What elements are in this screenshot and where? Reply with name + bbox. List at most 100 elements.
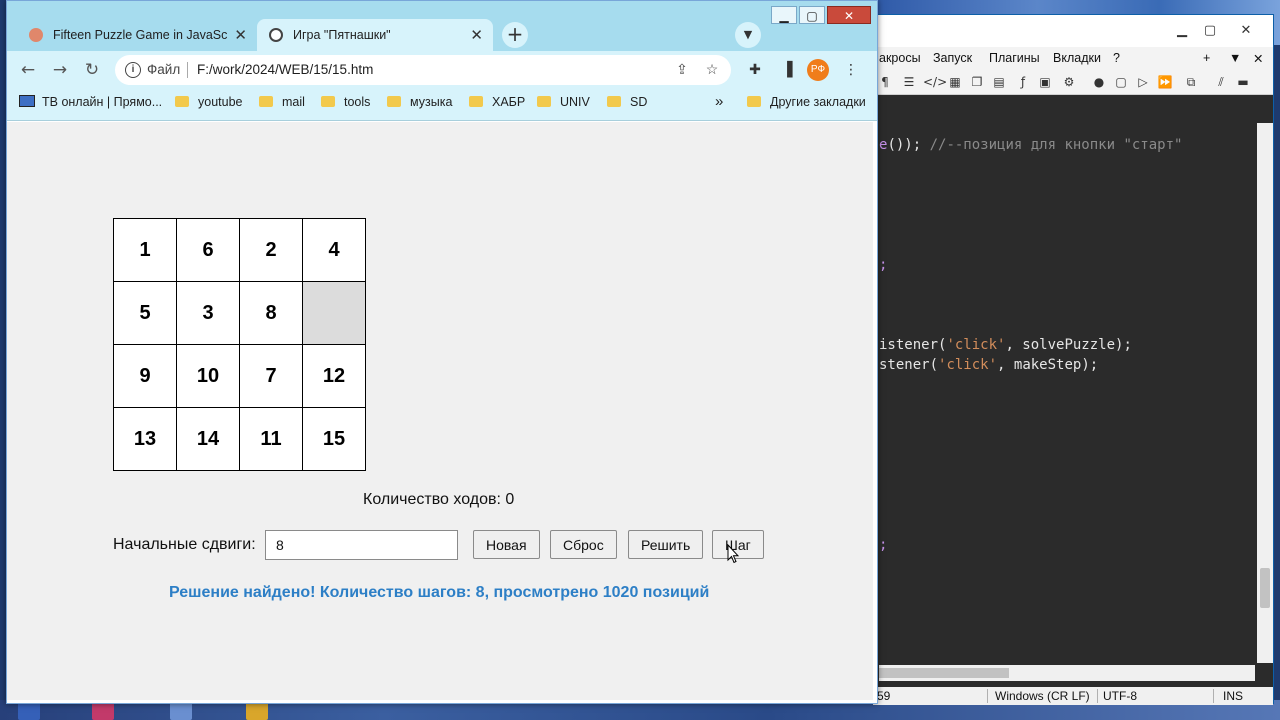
display-icon[interactable]: ▣	[1037, 74, 1053, 90]
puzzle-tile[interactable]: 5	[114, 282, 177, 345]
puzzle-tile[interactable]: 12	[303, 345, 366, 408]
menu-item[interactable]: ?	[1113, 51, 1120, 65]
taskbar-app-icon[interactable]	[18, 702, 40, 720]
bookmark-label: mail	[282, 95, 305, 109]
vertical-scrollbar[interactable]	[1257, 123, 1273, 663]
macro-icon[interactable]: ⧉	[1183, 74, 1199, 90]
other-bookmarks[interactable]: Другие закладки	[747, 95, 866, 115]
bookmark-item[interactable]: youtube	[175, 95, 242, 115]
line-ending[interactable]: Windows (CR LF)	[995, 689, 1090, 703]
menu-item[interactable]: Запуск	[933, 51, 972, 65]
extensions-icon[interactable]: ✚	[745, 60, 765, 80]
new-game-button[interactable]: Новая	[473, 530, 540, 559]
minimize-icon[interactable]: ▁	[1169, 22, 1195, 40]
bookmark-item[interactable]: SD	[607, 95, 647, 115]
globe-icon	[269, 28, 283, 42]
side-panel-icon[interactable]: ▐	[777, 60, 797, 80]
bookmark-item[interactable]: tools	[321, 95, 370, 115]
window-icon[interactable]: ▬	[1235, 74, 1251, 90]
bookmarks-overflow-button[interactable]: »	[715, 93, 723, 113]
close-icon[interactable]: ✕	[234, 26, 247, 44]
close-icon[interactable]: ✕	[1233, 22, 1259, 40]
code-token: istener(	[879, 337, 947, 353]
record-icon[interactable]: ●	[1091, 74, 1107, 90]
bookmark-item[interactable]: UNIV	[537, 95, 590, 115]
tab-search-button[interactable]: ▼	[735, 22, 761, 48]
wrap-icon[interactable]: ⫽	[1213, 74, 1229, 90]
taskbar-app-icon[interactable]	[92, 702, 114, 720]
shifts-input[interactable]	[265, 530, 458, 560]
dropdown-icon[interactable]: ▼	[1229, 51, 1241, 65]
code-area[interactable]: e()); //--позиция для кнопки "старт"; ist…	[879, 123, 1255, 663]
bookmark-item[interactable]: музыка	[387, 95, 452, 115]
puzzle-tile[interactable]: 6	[177, 219, 240, 282]
puzzle-tile[interactable]: 2	[240, 219, 303, 282]
maximize-icon[interactable]: ▢	[1197, 22, 1223, 40]
new-tab-button[interactable]: +	[502, 22, 528, 48]
puzzle-tile[interactable]: 7	[240, 345, 303, 408]
address-bar[interactable]: i Файл F:/work/2024/WEB/15/15.htm ⇪ ☆	[115, 55, 731, 85]
bookmark-item[interactable]: ТВ онлайн | Прямо...	[19, 95, 162, 115]
stop-icon[interactable]: ▢	[1113, 74, 1129, 90]
bookmark-label: youtube	[198, 95, 243, 109]
reload-icon[interactable]: ↻	[81, 59, 103, 81]
info-icon[interactable]: i	[125, 62, 141, 78]
address-url[interactable]: F:/work/2024/WEB/15/15.htm	[197, 62, 373, 77]
puzzle-tile[interactable]: 3	[177, 282, 240, 345]
panels-icon[interactable]: ▤	[991, 74, 1007, 90]
tab-fifteen-puzzle[interactable]: Fifteen Puzzle Game in JavaScript ✕	[17, 19, 257, 51]
code-tag-icon[interactable]: </>	[923, 74, 947, 90]
scrollbar-thumb[interactable]	[879, 668, 1009, 678]
puzzle-tile[interactable]: 14	[177, 408, 240, 471]
reset-button[interactable]: Сброс	[550, 530, 617, 559]
function-icon[interactable]: ƒ	[1015, 74, 1031, 90]
scrollbar-thumb[interactable]	[1260, 568, 1270, 608]
minimize-icon[interactable]: ▁	[771, 6, 797, 24]
close-icon[interactable]: ✕	[470, 26, 483, 44]
settings-icon[interactable]: ⚙	[1061, 74, 1077, 90]
bookmark-label: ХАБР	[492, 95, 526, 109]
close-window-button[interactable]: ✕	[827, 6, 871, 24]
puzzle-tile[interactable]: 10	[177, 345, 240, 408]
menu-item[interactable]: акросы	[879, 51, 921, 65]
puzzle-tile[interactable]: 4	[303, 219, 366, 282]
solve-button[interactable]: Решить	[628, 530, 704, 559]
puzzle-board: 1 6 2 4 5 3 8 9 10 7 12 13 14 11 15	[113, 218, 366, 471]
back-icon[interactable]: ←	[17, 59, 39, 81]
paragraph-icon[interactable]: ¶	[877, 74, 893, 90]
puzzle-tile[interactable]: 11	[240, 408, 303, 471]
share-icon[interactable]: ⇪	[673, 61, 691, 79]
tab-game[interactable]: Игра "Пятнашки" ✕	[257, 19, 493, 51]
folder-icon	[259, 96, 273, 107]
horizontal-scrollbar[interactable]	[879, 665, 1255, 681]
taskbar-app-icon[interactable]	[246, 702, 268, 720]
puzzle-tile[interactable]: 15	[303, 408, 366, 471]
taskbar-app-icon[interactable]	[170, 702, 192, 720]
menu-item[interactable]: Вкладки	[1053, 51, 1101, 65]
code-line: ;	[879, 257, 887, 273]
forward-icon[interactable]: →	[49, 59, 71, 81]
puzzle-tile[interactable]: 13	[114, 408, 177, 471]
map-icon[interactable]: ▦	[947, 74, 963, 90]
bookmark-item[interactable]: mail	[259, 95, 305, 115]
menu-kebab-icon[interactable]: ⋮	[841, 60, 861, 80]
puzzle-tile[interactable]: 1	[114, 219, 177, 282]
puzzle-tile[interactable]: 9	[114, 345, 177, 408]
maximize-icon[interactable]: ▢	[799, 6, 825, 24]
close-tab-icon[interactable]: ✕	[1253, 51, 1263, 66]
menu-item[interactable]: Плагины	[989, 51, 1040, 65]
code-line: stener('click', makeStep);	[879, 357, 1098, 373]
play-icon[interactable]: ▷	[1135, 74, 1151, 90]
puzzle-tile[interactable]: 8	[240, 282, 303, 345]
indent-icon[interactable]: ☰	[901, 74, 917, 90]
editor-statusbar: 59 Windows (CR LF) UTF-8 INS	[873, 687, 1273, 705]
bookmark-star-icon[interactable]: ☆	[703, 61, 721, 79]
add-icon[interactable]: +	[1203, 51, 1210, 65]
fast-forward-icon[interactable]: ⏩	[1157, 74, 1173, 90]
bookmark-item[interactable]: ХАБР	[469, 95, 525, 115]
copy-icon[interactable]: ❐	[969, 74, 985, 90]
profile-avatar[interactable]: РФ	[807, 59, 829, 81]
encoding[interactable]: UTF-8	[1103, 689, 1137, 703]
insert-mode[interactable]: INS	[1223, 689, 1243, 703]
code-token: ;	[879, 537, 888, 553]
